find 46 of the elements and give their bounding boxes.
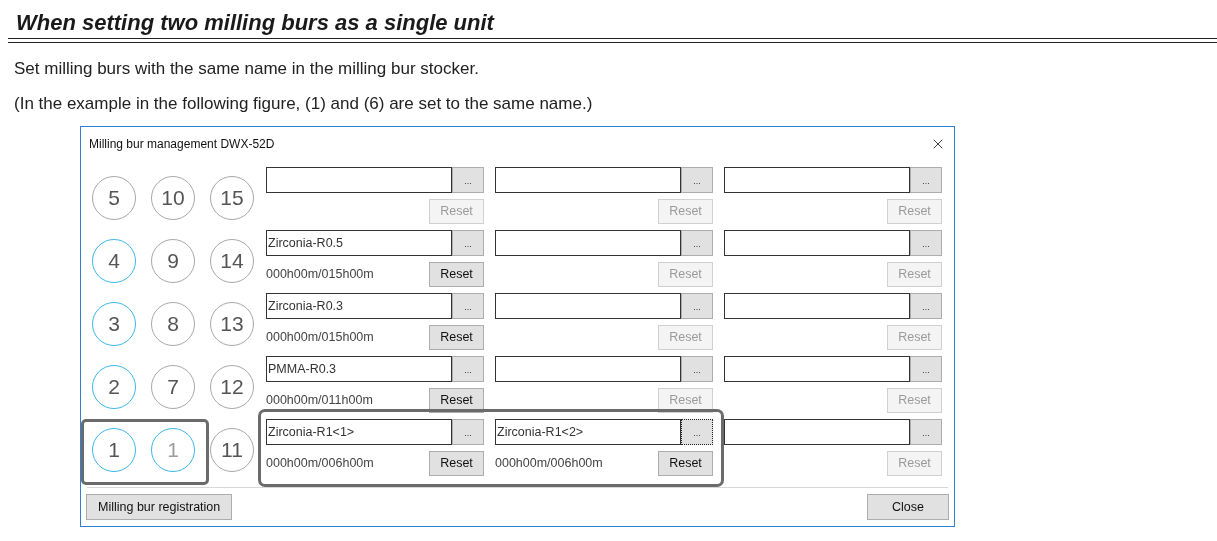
browse-button[interactable]: ... [910, 293, 942, 319]
browse-button[interactable]: ... [681, 230, 713, 256]
close-button[interactable]: Close [867, 494, 949, 520]
body-text: (In the example in the following figure, (1) and (6) are set to the same name.) [14, 93, 593, 115]
bur-name-field[interactable] [724, 167, 910, 193]
usage-time: 000h00m/015h00m [266, 266, 374, 284]
bur-name-field[interactable] [495, 293, 681, 319]
browse-button[interactable]: ... [452, 167, 484, 193]
reset-button[interactable]: Reset [429, 388, 484, 413]
body-text: Set milling burs with the same name in the milling bur stocker. [14, 58, 479, 80]
usage-time: 000h00m/006h00m [266, 455, 374, 473]
reset-button[interactable]: Reset [658, 451, 713, 476]
browse-button[interactable]: ... [910, 167, 942, 193]
browse-button[interactable]: ... [681, 293, 713, 319]
browse-button[interactable]: ... [452, 293, 484, 319]
browse-button[interactable]: ... [910, 419, 942, 445]
section-heading: When setting two milling burs as a single unit [16, 9, 494, 37]
bur-name-field[interactable] [724, 230, 910, 256]
bur-name-field[interactable] [495, 356, 681, 382]
registration-button[interactable]: Milling bur registration [86, 494, 233, 520]
browse-button[interactable]: ... [910, 230, 942, 256]
usage-time: 000h00m/015h00m [266, 329, 374, 347]
reset-button[interactable]: Reset [429, 325, 484, 350]
usage-time: 000h00m/006h00m [495, 455, 603, 473]
bur-name-field[interactable] [724, 293, 910, 319]
bur-name-field[interactable] [724, 419, 910, 445]
bur-name-field[interactable] [495, 167, 681, 193]
window-title: Milling bur management DWX-52D [89, 136, 275, 153]
browse-button[interactable]: ... [452, 419, 484, 445]
browse-button[interactable]: ... [452, 356, 484, 382]
bur-name-field[interactable]: Zirconia-R0.3 [266, 293, 452, 319]
reset-button[interactable]: Reset [429, 262, 484, 287]
reset-button[interactable]: Reset [429, 451, 484, 476]
browse-button[interactable]: ... [681, 419, 713, 445]
bur-name-field[interactable]: Zirconia-R1<1> [266, 419, 452, 445]
bur-name-field[interactable] [724, 356, 910, 382]
usage-time: 000h00m/011h00m [266, 392, 373, 410]
bur-name-field[interactable]: Zirconia-R0.5 [266, 230, 452, 256]
browse-button[interactable]: ... [910, 356, 942, 382]
bur-name-field[interactable]: Zirconia-R1<2> [495, 419, 681, 445]
browse-button[interactable]: ... [681, 167, 713, 193]
bur-name-field[interactable] [495, 230, 681, 256]
bur-name-field[interactable] [266, 167, 452, 193]
bur-name-field[interactable]: PMMA-R0.3 [266, 356, 452, 382]
browse-button[interactable]: ... [681, 356, 713, 382]
browse-button[interactable]: ... [452, 230, 484, 256]
